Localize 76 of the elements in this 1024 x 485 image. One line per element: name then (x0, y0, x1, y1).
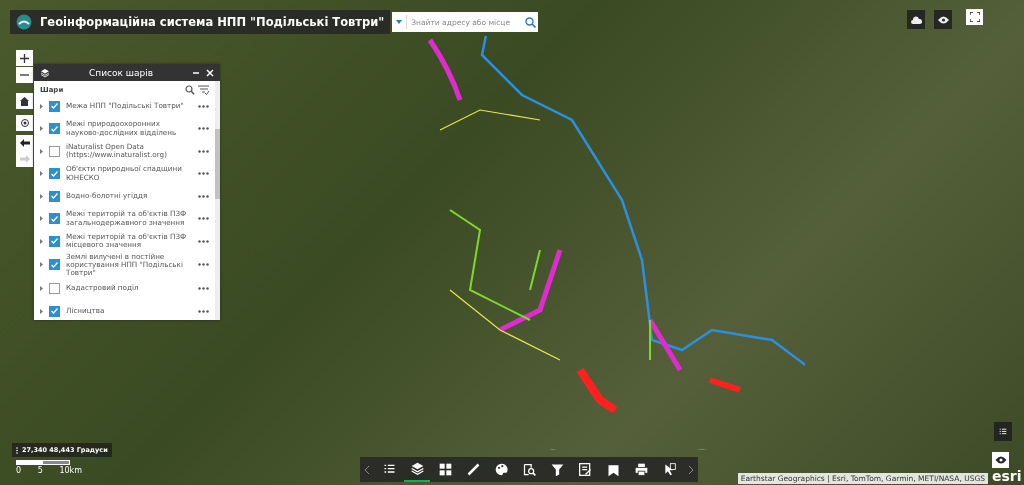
layer-checkbox[interactable] (49, 123, 60, 135)
filter-icon (549, 462, 565, 477)
legend-button[interactable] (994, 422, 1012, 441)
weather-button[interactable] (907, 10, 925, 29)
eye-icon (994, 456, 1007, 464)
expand-arrow-icon[interactable] (40, 193, 43, 199)
expand-arrow-icon[interactable] (40, 308, 43, 314)
expand-arrow-icon[interactable] (40, 238, 43, 244)
previous-icon[interactable] (364, 464, 370, 475)
layer-checkbox[interactable] (49, 305, 60, 317)
search-icon[interactable] (525, 16, 537, 28)
plus-icon (20, 53, 29, 63)
more-options-icon[interactable] (198, 194, 209, 198)
ruler-icon (465, 462, 481, 477)
zoom-in-button[interactable] (16, 50, 33, 66)
panel-title: Список шарів (87, 67, 154, 78)
layer-checkbox[interactable] (49, 259, 60, 271)
layer-checkbox[interactable] (49, 283, 60, 295)
back-button[interactable] (16, 135, 33, 151)
view-button[interactable] (934, 10, 952, 29)
layers-icon (409, 461, 425, 476)
scale-label: 0 (16, 466, 22, 475)
more-options-icon[interactable] (198, 127, 209, 131)
esri-logo: esri (992, 468, 1022, 484)
scale-label: 5 (37, 466, 43, 475)
expand-arrow-icon[interactable] (40, 262, 43, 268)
layer-checkbox[interactable] (49, 100, 60, 112)
palette-icon (493, 462, 509, 477)
expand-arrow-icon[interactable] (40, 286, 43, 292)
target-icon (19, 118, 30, 128)
more-options-icon[interactable] (198, 104, 209, 108)
fullscreen-icon (969, 12, 980, 22)
more-options-icon[interactable] (198, 217, 209, 221)
home-button[interactable] (16, 93, 33, 109)
more-options-icon[interactable] (198, 239, 209, 243)
search-icon[interactable] (185, 85, 195, 95)
minus-icon (20, 74, 29, 76)
more-options-icon[interactable] (198, 309, 209, 313)
scale-label: 10km (59, 466, 82, 475)
locate-button[interactable] (16, 115, 33, 131)
scrollbar-thumb[interactable] (215, 129, 220, 199)
filter-list-icon[interactable] (198, 85, 209, 95)
expand-arrow-icon[interactable] (40, 216, 43, 222)
expand-arrow-icon[interactable] (40, 126, 43, 132)
eye-icon (937, 15, 949, 24)
document-icon (577, 462, 593, 477)
layers-icon (40, 67, 50, 78)
layer-checkbox[interactable] (49, 235, 60, 247)
close-icon[interactable] (206, 68, 214, 77)
expand-arrow-icon[interactable] (40, 103, 43, 109)
grid-icon (437, 462, 453, 477)
layer-checkbox[interactable] (49, 168, 60, 180)
layer-checkbox[interactable] (49, 190, 60, 202)
next-icon[interactable] (688, 464, 694, 475)
logo-icon (16, 14, 32, 30)
cloud-icon (910, 15, 922, 24)
caret-icon[interactable] (396, 20, 403, 24)
more-options-icon[interactable] (198, 263, 209, 267)
visibility-button[interactable] (992, 452, 1009, 468)
more-options-icon[interactable] (198, 287, 209, 291)
document-search-icon (521, 462, 537, 477)
home-icon (20, 96, 29, 106)
app-title: Геоінформаційна система НПП "Подільські Товтри" (40, 15, 385, 29)
expand-arrow-icon[interactable] (40, 148, 43, 154)
fullscreen-button[interactable] (966, 9, 983, 25)
printer-icon (633, 462, 649, 477)
more-options-icon[interactable] (198, 149, 209, 153)
arrow-left-icon (19, 139, 30, 147)
more-options-icon[interactable] (198, 172, 209, 176)
layer-checkbox[interactable] (49, 213, 60, 225)
expand-arrow-icon[interactable] (40, 171, 43, 177)
layer-checkbox[interactable] (49, 145, 60, 157)
arrow-right-icon (19, 155, 30, 163)
list-icon (998, 426, 1008, 437)
scale-bar (16, 460, 70, 465)
zoom-out-button[interactable] (16, 67, 33, 83)
